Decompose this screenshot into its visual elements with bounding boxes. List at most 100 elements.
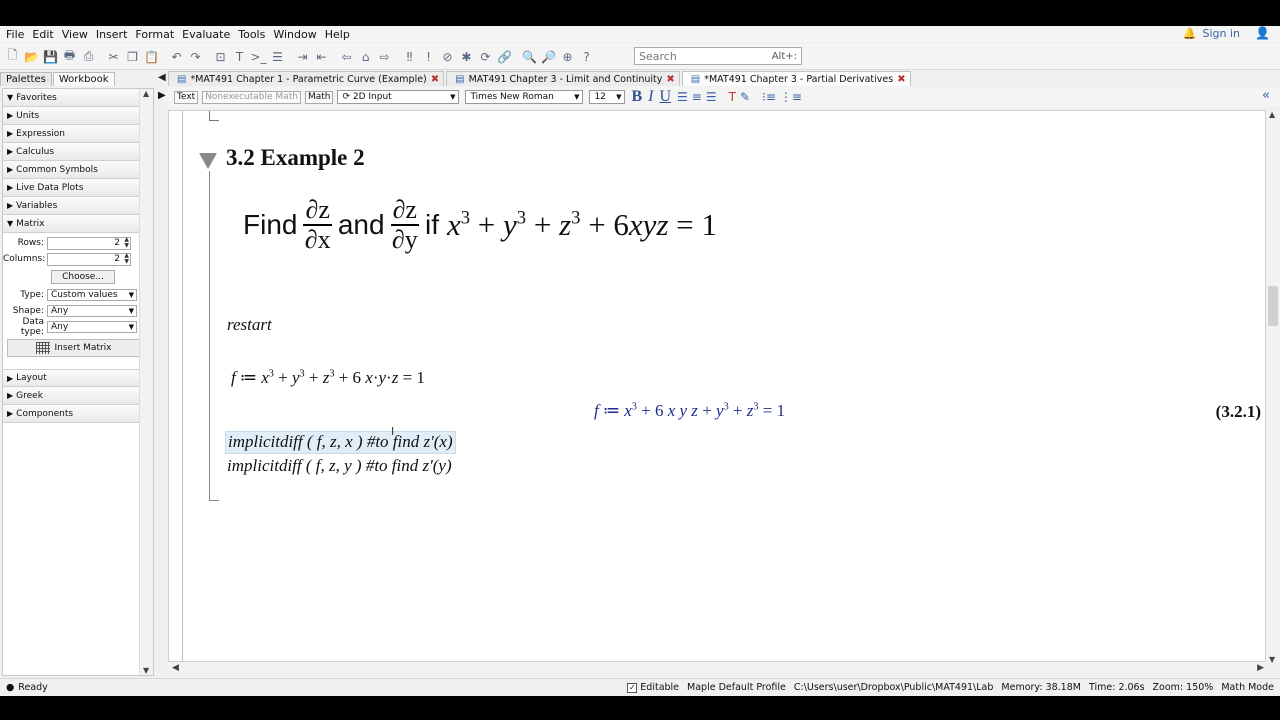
paragraph-icon[interactable]: ☰ xyxy=(269,48,286,66)
bell-icon[interactable]: 🔔 xyxy=(1183,27,1197,40)
underline-icon[interactable]: U xyxy=(659,88,671,106)
palette-variables[interactable]: ▶ Variables xyxy=(3,197,141,215)
menu-format[interactable]: Format xyxy=(133,28,180,41)
document-horizontal-scrollbar[interactable]: ◀ ▶ xyxy=(168,663,1266,675)
stop-icon[interactable]: ⊘ xyxy=(439,48,456,66)
close-icon[interactable]: ✖ xyxy=(897,74,905,85)
stepper-arrows-icon[interactable]: ▲ ▼ xyxy=(124,252,129,265)
palette-calculus[interactable]: ▶ Calculus xyxy=(3,143,141,161)
execute-all-icon[interactable]: ‼ xyxy=(401,48,418,66)
insert-prompt-icon[interactable]: >_ xyxy=(250,48,267,66)
forward-icon[interactable]: ⇨ xyxy=(376,48,393,66)
font-select[interactable]: Times New Roman ▼ xyxy=(465,90,584,104)
debug-icon[interactable]: ✱ xyxy=(458,48,475,66)
italic-icon[interactable]: I xyxy=(648,88,653,106)
link-icon[interactable]: 🔗 xyxy=(496,48,513,66)
highlight-icon[interactable]: ✎ xyxy=(740,90,750,104)
close-icon[interactable]: ✖ xyxy=(666,74,674,85)
scroll-down-icon[interactable]: ▼ xyxy=(1269,655,1275,664)
palette-expression[interactable]: ▶ Expression xyxy=(3,125,141,143)
font-size-select[interactable]: 12 ▼ xyxy=(589,90,626,104)
text-color-icon[interactable]: T xyxy=(729,90,736,104)
problem-statement[interactable]: Find ∂z ∂x and ∂z ∂y if x3 + y3 + z3 + 6… xyxy=(243,193,717,257)
menu-file[interactable]: File xyxy=(4,28,30,41)
menu-view[interactable]: View xyxy=(60,28,94,41)
back-icon[interactable]: ⇦ xyxy=(338,48,355,66)
user-icon[interactable]: 👤 xyxy=(1255,26,1270,40)
palette-favorites[interactable]: ▼ Favorites xyxy=(3,89,141,107)
editable-toggle[interactable]: ✓ Editable xyxy=(627,682,679,693)
columns-stepper[interactable]: 2 ▲ ▼ xyxy=(47,252,131,266)
tab-palettes[interactable]: Palettes xyxy=(0,72,52,86)
menu-evaluate[interactable]: Evaluate xyxy=(180,28,236,41)
doc-tab-parametric-curve[interactable]: ▤ *MAT491 Chapter 1 - Parametric Curve (… xyxy=(168,71,445,86)
outdent-icon[interactable]: ⇤ xyxy=(313,48,330,66)
palette-layout[interactable]: ▶ Layout xyxy=(3,369,141,387)
cut-icon[interactable]: ✂ xyxy=(105,48,122,66)
align-center-icon[interactable]: ≡ xyxy=(692,90,702,104)
document-vertical-scrollbar[interactable]: ▲ ▼ xyxy=(1266,110,1280,664)
zoom-in-icon[interactable]: 🔍 xyxy=(521,48,538,66)
redo-icon[interactable]: ↷ xyxy=(187,48,204,66)
indent-icon[interactable]: ⇥ xyxy=(294,48,311,66)
math-mode-button[interactable]: Math xyxy=(304,90,334,104)
menu-edit[interactable]: Edit xyxy=(30,28,59,41)
shape-select[interactable]: Any ▼ xyxy=(47,305,137,317)
print-icon[interactable]: 🖶 xyxy=(61,48,78,66)
stepper-arrows-icon[interactable]: ▲ ▼ xyxy=(124,236,129,249)
tab-workbook[interactable]: Workbook xyxy=(52,72,115,86)
open-folder-icon[interactable]: 📂 xyxy=(23,48,40,66)
input-mode-select[interactable]: ⟳ 2D Input ▼ xyxy=(337,90,460,104)
zoom-out-icon[interactable]: 🔎 xyxy=(540,48,557,66)
scroll-up-icon[interactable]: ▲ xyxy=(143,89,149,98)
type-select[interactable]: Custom values ▼ xyxy=(47,289,137,301)
expand-panel-icon[interactable]: ▶ xyxy=(158,90,166,101)
help-icon[interactable]: ? xyxy=(578,48,595,66)
collapse-toolbar-icon[interactable]: « xyxy=(1262,88,1270,103)
palette-components[interactable]: ▶ Components xyxy=(3,405,141,423)
scroll-down-icon[interactable]: ▼ xyxy=(143,666,149,675)
worksheet-document[interactable]: 3.2 Example 2 Find ∂z ∂x and ∂z ∂y if x3… xyxy=(168,110,1266,662)
bold-icon[interactable]: B xyxy=(631,88,642,106)
scroll-left-icon[interactable]: ◀ xyxy=(172,663,179,673)
checkbox-checked-icon[interactable]: ✓ xyxy=(627,682,638,693)
section-collapse-icon[interactable] xyxy=(199,153,217,169)
restart-command[interactable]: restart xyxy=(227,315,272,335)
palette-scrollbar[interactable]: ▲ ▼ xyxy=(139,89,153,675)
scroll-right-icon[interactable]: ▶ xyxy=(1257,663,1264,673)
print-preview-icon[interactable]: ⎙ xyxy=(80,48,97,66)
copy-icon[interactable]: ❐ xyxy=(124,48,141,66)
restart-icon[interactable]: ⟳ xyxy=(477,48,494,66)
zoom-reset-icon[interactable]: ⊕ xyxy=(559,48,576,66)
align-right-icon[interactable]: ☰ xyxy=(706,90,717,104)
doc-tab-limit-continuity[interactable]: ▤ MAT491 Chapter 3 - Limit and Continuit… xyxy=(446,71,680,86)
choose-button[interactable]: Choose... xyxy=(51,270,115,284)
rows-stepper[interactable]: 2 ▲ ▼ xyxy=(47,236,131,250)
doc-tab-partial-derivatives[interactable]: ▤ *MAT491 Chapter 3 - Partial Derivative… xyxy=(681,71,911,86)
palette-units[interactable]: ▶ Units xyxy=(3,107,141,125)
paste-icon[interactable]: 📋 xyxy=(143,48,160,66)
palette-common-symbols[interactable]: ▶ Common Symbols xyxy=(3,161,141,179)
palette-matrix[interactable]: ▼ Matrix xyxy=(3,215,141,233)
menu-help[interactable]: Help xyxy=(323,28,356,41)
signin-link[interactable]: Sign in xyxy=(1202,27,1240,40)
scroll-up-icon[interactable]: ▲ xyxy=(1269,110,1275,119)
implicitdiff-y-command[interactable]: implicitdiff ( f, z, y ) #to find z'(y) xyxy=(227,456,452,476)
palette-live-data-plots[interactable]: ▶ Live Data Plots xyxy=(3,179,141,197)
bullet-list-icon[interactable]: ⁝≡ xyxy=(762,90,776,104)
numbered-list-icon[interactable]: ⋮≡ xyxy=(780,90,802,104)
search-input[interactable]: Search Alt+: xyxy=(634,47,802,65)
palette-greek[interactable]: ▶ Greek xyxy=(3,387,141,405)
align-left-icon[interactable]: ☰ xyxy=(677,90,688,104)
new-document-icon[interactable]: 🗋 xyxy=(4,48,21,66)
scroll-thumb[interactable] xyxy=(1268,286,1278,326)
collapse-left-panel-icon[interactable]: ◀ xyxy=(158,72,166,83)
menu-window[interactable]: Window xyxy=(271,28,322,41)
close-icon[interactable]: ✖ xyxy=(431,74,439,85)
nonexecutable-math-button[interactable]: Nonexecutable Math xyxy=(202,90,301,104)
input-definition-f[interactable]: f ≔ x3 + y3 + z3 + 6 x·y·z = 1 xyxy=(231,368,425,388)
menu-insert[interactable]: Insert xyxy=(94,28,134,41)
equation-label[interactable]: (3.2.1) xyxy=(1216,402,1261,422)
execute-icon[interactable]: ! xyxy=(420,48,437,66)
save-icon[interactable]: 💾 xyxy=(42,48,59,66)
